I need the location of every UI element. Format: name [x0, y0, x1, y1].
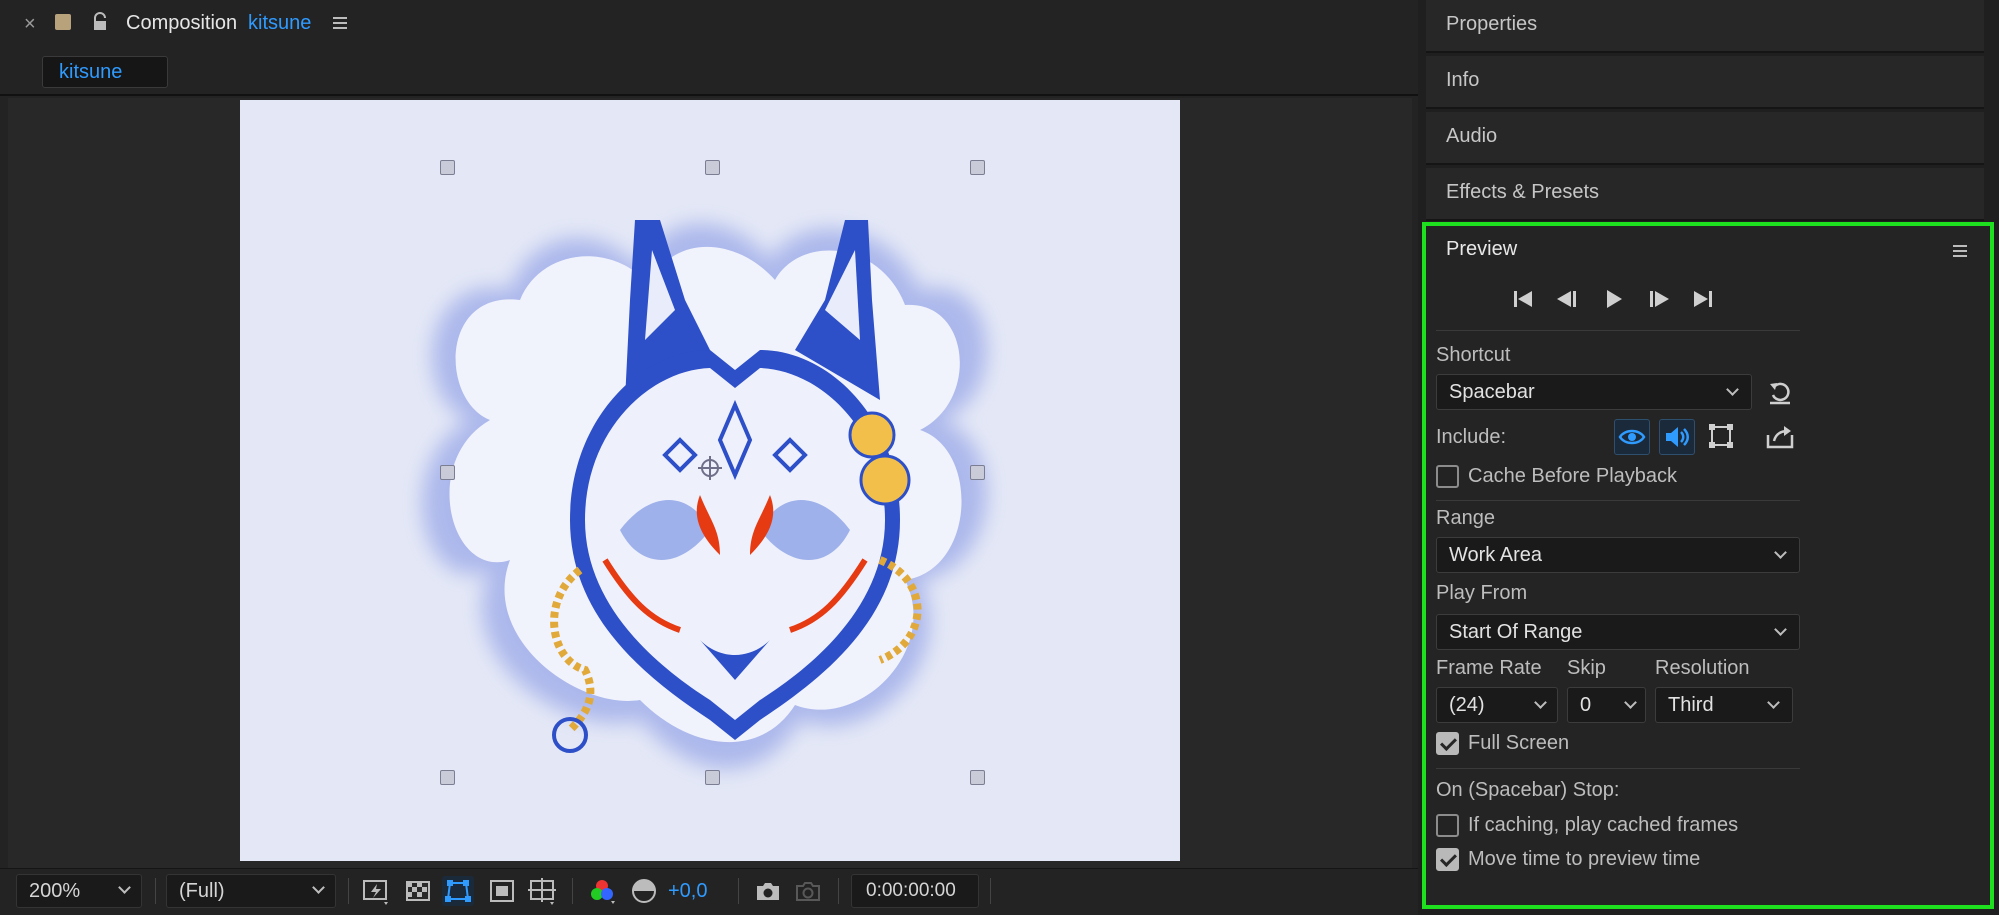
- chevron-down-icon: [1726, 383, 1739, 396]
- transform-handle[interactable]: [440, 465, 455, 480]
- include-audio-toggle[interactable]: [1659, 419, 1695, 455]
- comp-tab-bar: [0, 50, 1418, 96]
- preview-title: Preview: [1446, 238, 1518, 260]
- divider: [572, 878, 573, 904]
- composition-header: × Composition kitsune: [0, 0, 1418, 50]
- previous-frame-icon[interactable]: [1551, 282, 1585, 316]
- overlays-icon: [1709, 424, 1733, 448]
- last-frame-icon[interactable]: [1686, 282, 1720, 316]
- exposure-value[interactable]: +0,0: [668, 880, 707, 903]
- range-label: Range: [1436, 507, 1495, 529]
- menu-icon[interactable]: [332, 15, 348, 31]
- chevron-down-icon: [1624, 696, 1637, 709]
- panel-info[interactable]: Info: [1426, 56, 1984, 109]
- transform-handle[interactable]: [970, 465, 985, 480]
- divider: [1436, 330, 1800, 331]
- divider: [738, 878, 739, 904]
- frame-rate-select[interactable]: (24): [1436, 687, 1558, 723]
- chevron-down-icon: [1774, 546, 1787, 559]
- transform-handle[interactable]: [705, 770, 720, 785]
- chevron-down-icon: [1767, 696, 1780, 709]
- full-screen-label: Full Screen: [1468, 732, 1570, 754]
- transform-handle[interactable]: [970, 160, 985, 175]
- cache-before-playback-checkbox[interactable]: [1436, 465, 1459, 488]
- move-time-checkbox[interactable]: [1436, 848, 1459, 871]
- lock-icon[interactable]: [91, 12, 109, 32]
- color-channels-icon[interactable]: [586, 876, 618, 906]
- skip-label: Skip: [1567, 657, 1606, 679]
- shortcut-select[interactable]: Spacebar: [1436, 374, 1752, 410]
- snapshot-camera-icon[interactable]: [752, 876, 784, 906]
- reset-exposure-icon[interactable]: [628, 876, 660, 906]
- transform-handle[interactable]: [440, 770, 455, 785]
- next-frame-icon[interactable]: [1641, 282, 1675, 316]
- include-label: Include:: [1436, 426, 1507, 448]
- divider: [155, 878, 156, 904]
- mask-path-visibility-icon[interactable]: [442, 876, 474, 906]
- resolution-select[interactable]: (Full): [166, 874, 336, 908]
- comp-color-swatch[interactable]: [55, 14, 71, 30]
- play-icon[interactable]: [1596, 282, 1630, 316]
- eye-icon: [1618, 429, 1646, 445]
- close-icon[interactable]: ×: [24, 13, 36, 36]
- divider: [348, 878, 349, 904]
- panel-title: Composition: [126, 12, 238, 34]
- skip-select[interactable]: 0: [1567, 687, 1646, 723]
- panel-menu-icon[interactable]: [1952, 243, 1968, 259]
- export-icon[interactable]: [1764, 421, 1796, 453]
- comp-name[interactable]: kitsune: [248, 12, 311, 35]
- chevron-down-icon: [118, 881, 131, 894]
- range-select[interactable]: Work Area: [1436, 537, 1800, 573]
- chevron-down-icon: [312, 881, 325, 894]
- move-time-label: Move time to preview time: [1468, 848, 1701, 870]
- divider: [990, 878, 991, 904]
- first-frame-icon[interactable]: [1506, 282, 1540, 316]
- kitsune-mask-artwork: [422, 220, 987, 769]
- if-caching-checkbox[interactable]: [1436, 814, 1459, 837]
- comp-canvas[interactable]: [240, 100, 1180, 861]
- transform-handle[interactable]: [705, 160, 720, 175]
- if-caching-label: If caching, play cached frames: [1468, 814, 1739, 836]
- transform-handle[interactable]: [440, 160, 455, 175]
- divider: [838, 878, 839, 904]
- comp-tab-kitsune[interactable]: kitsune: [42, 56, 168, 88]
- divider: [1436, 500, 1800, 501]
- play-from-select[interactable]: Start Of Range: [1436, 614, 1800, 650]
- panel-effects-presets[interactable]: Effects & Presets: [1426, 168, 1984, 221]
- chevron-down-icon: [1534, 696, 1547, 709]
- resolution-select[interactable]: Third: [1655, 687, 1793, 723]
- reset-shortcut-icon[interactable]: [1766, 378, 1794, 406]
- play-from-label: Play From: [1436, 582, 1528, 604]
- panel-audio[interactable]: Audio: [1426, 112, 1984, 165]
- include-video-toggle[interactable]: [1614, 419, 1650, 455]
- zoom-select[interactable]: 200%: [16, 874, 142, 908]
- chevron-down-icon: [1774, 623, 1787, 636]
- on-stop-label: On (Spacebar) Stop:: [1436, 779, 1620, 801]
- resolution-label: Resolution: [1655, 657, 1750, 679]
- frame-rate-label: Frame Rate: [1436, 657, 1542, 679]
- full-screen-checkbox[interactable]: [1436, 732, 1459, 755]
- current-time-display[interactable]: 0:00:00:00: [851, 874, 979, 908]
- cache-before-playback-label: Cache Before Playback: [1468, 465, 1678, 487]
- include-overlays-toggle[interactable]: [1704, 419, 1740, 455]
- region-of-interest-icon[interactable]: [486, 876, 518, 906]
- shortcut-label: Shortcut: [1436, 344, 1511, 366]
- transform-handle[interactable]: [970, 770, 985, 785]
- panel-properties[interactable]: Properties: [1426, 0, 1984, 53]
- grid-guides-icon[interactable]: [526, 876, 558, 906]
- speaker-icon: [1666, 427, 1689, 447]
- fast-previews-icon[interactable]: [360, 876, 392, 906]
- transparency-grid-icon[interactable]: [402, 876, 434, 906]
- divider: [1436, 768, 1800, 769]
- show-snapshot-icon[interactable]: [792, 876, 824, 906]
